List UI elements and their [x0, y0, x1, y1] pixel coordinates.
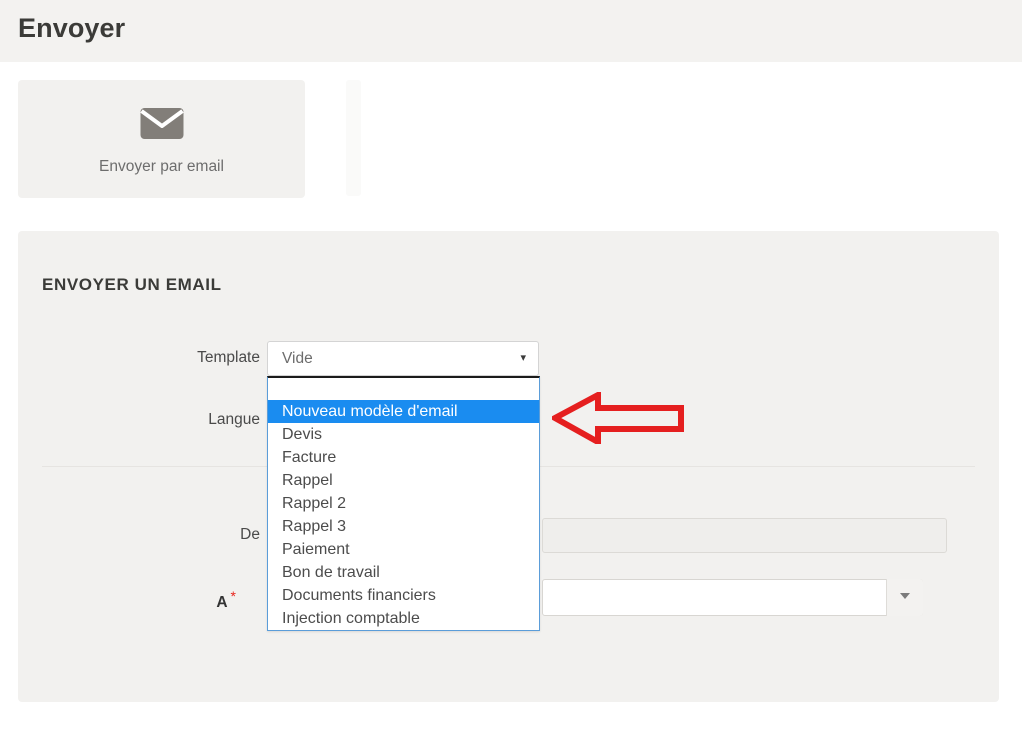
dropdown-option[interactable]: Rappel [268, 469, 539, 492]
template-dropdown-list[interactable]: Nouveau modèle d'email Devis Facture Rappel… [267, 376, 540, 631]
page-header: Envoyer [0, 0, 1022, 62]
send-by-email-card[interactable]: Envoyer par email [18, 80, 305, 198]
action-card-row: Envoyer par email [0, 62, 1022, 217]
a-field-group [542, 579, 923, 616]
a-dropdown-button[interactable] [886, 579, 923, 616]
dropdown-option[interactable]: Facture [268, 446, 539, 469]
chevron-down-icon [900, 593, 910, 599]
template-select-value: Vide [282, 350, 313, 367]
template-label: Template [197, 349, 260, 366]
page-title: Envoyer [18, 13, 126, 43]
send-by-email-label: Envoyer par email [99, 158, 224, 175]
dropdown-option-blank[interactable] [268, 378, 539, 400]
dropdown-option[interactable]: Rappel 3 [268, 515, 539, 538]
langue-label: Langue [208, 411, 260, 428]
dropdown-option[interactable]: Injection comptable [268, 607, 539, 630]
de-label: De [240, 526, 260, 543]
required-asterisk: * [230, 588, 236, 604]
dropdown-option[interactable]: Devis [268, 423, 539, 446]
a-label: A * [42, 588, 236, 612]
a-input[interactable] [542, 579, 923, 616]
de-input[interactable] [542, 518, 947, 553]
form-section-title: ENVOYER UN EMAIL [42, 275, 222, 294]
dropdown-option[interactable]: Nouveau modèle d'email [268, 400, 539, 423]
send-email-form-panel: ENVOYER UN EMAIL Template Vide ▾ Langue … [18, 231, 999, 702]
dropdown-option[interactable]: Bon de travail [268, 561, 539, 584]
chevron-down-icon: ▾ [520, 352, 526, 364]
envelope-icon [140, 108, 183, 139]
template-select[interactable]: Vide ▾ [267, 341, 539, 376]
a-label-text: A [216, 594, 228, 612]
dropdown-option[interactable]: Rappel 2 [268, 492, 539, 515]
dropdown-option[interactable]: Paiement [268, 538, 539, 561]
action-row-divider [346, 80, 361, 196]
dropdown-option[interactable]: Documents financiers [268, 584, 539, 607]
